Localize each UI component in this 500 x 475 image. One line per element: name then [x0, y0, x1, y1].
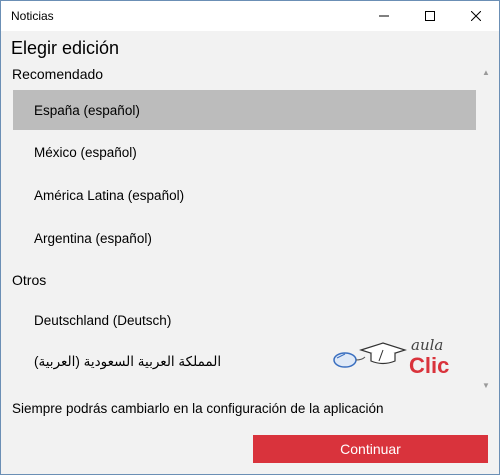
edition-item-america-latina[interactable]: América Latina (español) [13, 175, 476, 215]
aulaclic-logo: aula Clic [333, 336, 449, 378]
edition-item-label: América Latina (español) [34, 187, 185, 203]
section-label-recommended: Recomendado [12, 66, 104, 82]
continue-button-label: Continuar [340, 441, 401, 457]
continue-button[interactable]: Continuar [253, 435, 488, 463]
footer-note: Siempre podrás cambiarlo en la configura… [12, 401, 384, 416]
edition-item-label: México (español) [34, 144, 137, 160]
minimize-icon [379, 15, 389, 17]
scroll-down-arrow-icon[interactable]: ▼ [481, 381, 491, 391]
app-window: Noticias Elegir edición Recomendado Espa… [0, 0, 500, 475]
close-button[interactable] [453, 1, 499, 31]
scroll-up-arrow-icon[interactable]: ▲ [481, 68, 491, 78]
window-title: Noticias [11, 9, 54, 23]
close-icon [471, 11, 481, 21]
edition-item-label: España (español) [34, 102, 140, 118]
section-label-others: Otros [12, 272, 47, 288]
title-bar: Noticias [1, 1, 499, 31]
logo-word-aula: aula [411, 336, 443, 354]
list-scrollbar[interactable]: ▲ ▼ [479, 66, 493, 420]
edition-item-label: Argentina (español) [34, 230, 152, 246]
maximize-icon [425, 11, 435, 21]
edition-item-label: المملكة العربية السعودية (العربية) [34, 354, 222, 369]
edition-item-label: Deutschland (Deutsch) [34, 312, 172, 328]
edition-item-argentina[interactable]: Argentina (español) [13, 218, 476, 258]
minimize-button[interactable] [361, 1, 407, 31]
logo-word-clic: Clic [409, 353, 449, 378]
edition-item-espana[interactable]: España (español) [13, 90, 476, 130]
edition-item-mexico[interactable]: México (español) [13, 132, 476, 172]
main-content: Elegir edición Recomendado España (españ… [1, 31, 499, 474]
maximize-button[interactable] [407, 1, 453, 31]
mouse-graduation-cap-icon [333, 342, 407, 368]
page-title: Elegir edición [11, 38, 120, 58]
